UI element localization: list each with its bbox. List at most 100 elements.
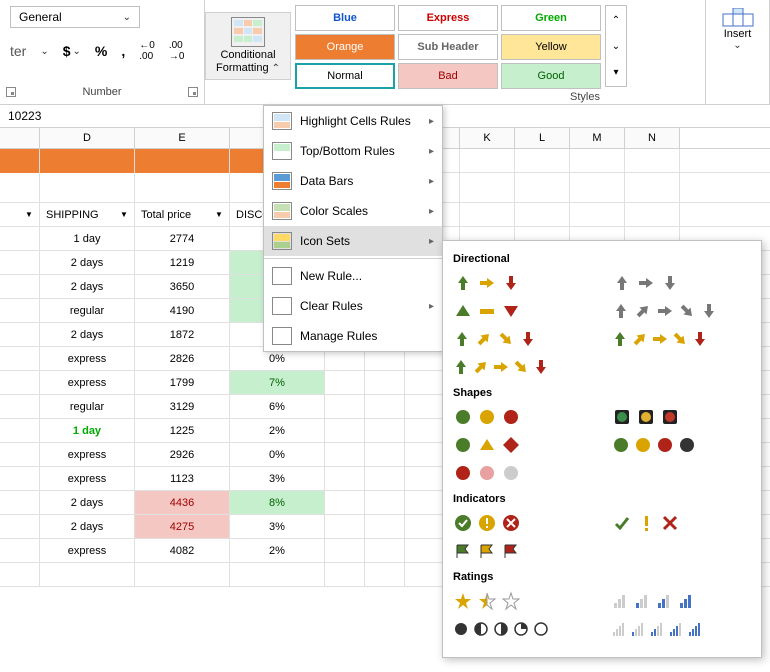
cell[interactable] <box>0 467 40 490</box>
iconset-option[interactable] <box>451 405 594 429</box>
cell[interactable]: 6% <box>230 395 325 418</box>
cell[interactable]: 1872 <box>135 323 230 346</box>
cell[interactable] <box>0 347 40 370</box>
currency-button[interactable]: $⌄ <box>63 43 81 59</box>
col-header[interactable] <box>0 128 40 148</box>
col-header[interactable]: N <box>625 128 680 148</box>
style-orange[interactable]: Orange <box>295 34 395 60</box>
expand-gallery-button[interactable]: ▾ <box>608 60 624 84</box>
cell[interactable]: 1123 <box>135 467 230 490</box>
cell[interactable] <box>0 275 40 298</box>
cell[interactable]: 4436 <box>135 491 230 514</box>
cell[interactable]: express <box>40 443 135 466</box>
cell[interactable]: 1 day <box>40 419 135 442</box>
insert-button[interactable]: Insert ⌄ <box>712 4 763 55</box>
cell[interactable] <box>0 251 40 274</box>
col-header[interactable]: L <box>515 128 570 148</box>
cell[interactable] <box>0 443 40 466</box>
cell[interactable]: express <box>40 371 135 394</box>
cell[interactable]: express <box>40 539 135 562</box>
iconset-option[interactable] <box>610 405 753 429</box>
iconset-option[interactable] <box>451 327 594 351</box>
col-header[interactable]: M <box>570 128 625 148</box>
cell[interactable]: 1225 <box>135 419 230 442</box>
cell[interactable]: 4190 <box>135 299 230 322</box>
scroll-down-button[interactable]: ⌄ <box>608 34 624 58</box>
iconset-option[interactable] <box>451 299 594 323</box>
style-good[interactable]: Good <box>501 63 601 89</box>
cell[interactable] <box>0 539 40 562</box>
cell[interactable]: express <box>40 467 135 490</box>
cell[interactable]: 1 day <box>40 227 135 250</box>
style-green[interactable]: Green <box>501 5 601 31</box>
cell[interactable]: 3129 <box>135 395 230 418</box>
iconset-option[interactable] <box>610 327 753 351</box>
style-yellow[interactable]: Yellow <box>501 34 601 60</box>
cell[interactable]: regular <box>40 395 135 418</box>
cf-menu-item[interactable]: New Rule... <box>264 261 442 291</box>
cell[interactable]: 4082 <box>135 539 230 562</box>
cell[interactable]: 2 days <box>40 275 135 298</box>
cf-menu-item[interactable]: Manage Rules <box>264 321 442 351</box>
cell[interactable]: 2 days <box>40 323 135 346</box>
filter-cell[interactable]: Total price▼ <box>135 203 230 226</box>
iconset-option[interactable] <box>610 433 753 457</box>
cell[interactable]: 2926 <box>135 443 230 466</box>
filter-cell[interactable]: SHIPPING▼ <box>40 203 135 226</box>
cell[interactable]: 3650 <box>135 275 230 298</box>
col-header[interactable]: E <box>135 128 230 148</box>
cell[interactable]: 3% <box>230 467 325 490</box>
cell[interactable]: express <box>40 347 135 370</box>
cell[interactable]: 1799 <box>135 371 230 394</box>
cell[interactable]: 4275 <box>135 515 230 538</box>
col-header[interactable]: D <box>40 128 135 148</box>
iconset-option[interactable] <box>610 299 753 323</box>
cf-menu-item[interactable]: Clear Rules▸ <box>264 291 442 321</box>
cell[interactable]: 8% <box>230 491 325 514</box>
number-format-select[interactable]: General ⌄ <box>10 6 140 28</box>
cf-menu-item[interactable]: Color Scales▸ <box>264 196 442 226</box>
percent-button[interactable]: % <box>95 43 107 59</box>
cell[interactable] <box>0 395 40 418</box>
style-bad[interactable]: Bad <box>398 63 498 89</box>
cf-menu-item[interactable]: Top/Bottom Rules▸ <box>264 136 442 166</box>
increase-decimal-button[interactable]: ←0.00 <box>139 40 155 62</box>
decrease-decimal-button[interactable]: .00→0 <box>169 40 185 62</box>
cf-menu-item[interactable]: Icon Sets▸ <box>264 226 442 256</box>
iconset-option[interactable] <box>610 271 753 295</box>
style-normal[interactable]: Normal <box>295 63 395 89</box>
iconset-option[interactable] <box>610 511 753 535</box>
conditional-formatting-button[interactable]: Conditional Formatting ⌃ <box>205 12 291 80</box>
iconset-option[interactable] <box>451 589 594 613</box>
iconset-option[interactable] <box>451 511 594 535</box>
cell[interactable] <box>0 371 40 394</box>
iconset-option[interactable] <box>610 589 753 613</box>
cell[interactable]: 2% <box>230 539 325 562</box>
comma-button[interactable]: , <box>121 43 125 59</box>
cell[interactable] <box>0 515 40 538</box>
cell[interactable]: 2% <box>230 419 325 442</box>
style-sub-header[interactable]: Sub Header <box>398 34 498 60</box>
dialog-launcher-icon[interactable] <box>6 87 16 97</box>
cell[interactable]: 2774 <box>135 227 230 250</box>
cell[interactable]: regular <box>40 299 135 322</box>
style-express[interactable]: Express <box>398 5 498 31</box>
accounting-button[interactable]: ter <box>10 43 26 59</box>
iconset-option[interactable] <box>610 617 753 641</box>
cf-menu-item[interactable]: Highlight Cells Rules▸ <box>264 106 442 136</box>
cell[interactable]: 3% <box>230 515 325 538</box>
iconset-option[interactable] <box>451 617 594 641</box>
cf-menu-item[interactable]: Data Bars▸ <box>264 166 442 196</box>
cell[interactable]: 7% <box>230 371 325 394</box>
cell[interactable]: 2 days <box>40 515 135 538</box>
cell[interactable] <box>0 419 40 442</box>
scroll-up-button[interactable]: ⌃ <box>608 8 624 32</box>
iconset-option[interactable] <box>451 355 594 379</box>
filter-cell[interactable]: ▼ <box>0 203 40 226</box>
cell[interactable]: 2 days <box>40 251 135 274</box>
cell[interactable]: 1219 <box>135 251 230 274</box>
iconset-option[interactable] <box>451 271 594 295</box>
cell[interactable] <box>0 491 40 514</box>
iconset-option[interactable] <box>451 539 594 563</box>
cell[interactable] <box>0 323 40 346</box>
